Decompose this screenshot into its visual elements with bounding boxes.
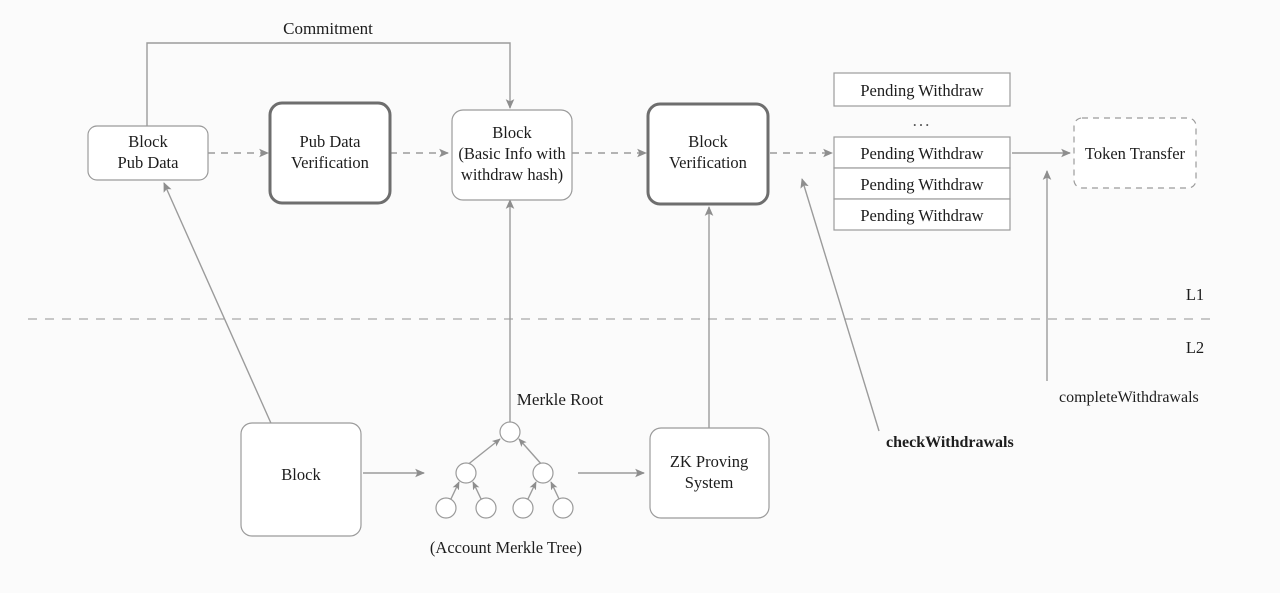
pending-withdraw-top-item[interactable]: Pending Withdraw xyxy=(833,72,1011,107)
merkle-node-leaf-4 xyxy=(552,497,574,519)
box-pub-data-verification[interactable]: Pub Data Verification xyxy=(268,101,392,205)
box-block-l2-label: Block xyxy=(281,465,321,484)
edge-merkle-leaf1-to-left-internal xyxy=(449,481,460,502)
rollup-flow-diagram: L1 L2 Commitment Block Pub Data Pub Data… xyxy=(28,19,1216,557)
box-block-basic-info-label-line2: (Basic Info with xyxy=(458,144,566,163)
box-token-transfer[interactable]: Token Transfer xyxy=(1073,117,1197,189)
edge-merkle-left-internal-to-root xyxy=(465,438,501,467)
merkle-node-internal-left xyxy=(455,462,477,484)
pending-withdraw-stack-item-1[interactable]: Pending Withdraw xyxy=(833,136,1011,169)
merkle-tree-group: Merkle Root (Account Merkle Tree) xyxy=(363,390,645,557)
box-zk-proving-system[interactable]: ZK Proving System xyxy=(649,427,770,519)
box-block-verification-label-line2: Verification xyxy=(669,153,747,172)
pending-withdraw-stack-item-3[interactable]: Pending Withdraw xyxy=(833,198,1011,231)
box-block-basic-info-label-line1: Block xyxy=(492,123,532,142)
edge-block-to-blockpubdata xyxy=(163,182,275,431)
pending-withdraw-stack-label-2: Pending Withdraw xyxy=(860,175,983,194)
edge-merkle-leaf3-to-right-internal xyxy=(526,481,537,502)
pending-withdraw-stack-label-3: Pending Withdraw xyxy=(860,206,983,225)
merkle-node-root xyxy=(499,421,521,443)
complete-withdrawals-label: completeWithdrawals xyxy=(1059,389,1199,406)
pending-withdraw-stack: Pending Withdraw Pending Withdraw Pendin… xyxy=(833,136,1011,231)
pending-withdraw-stack-label-1: Pending Withdraw xyxy=(860,144,983,163)
account-merkle-tree-caption: (Account Merkle Tree) xyxy=(430,538,582,557)
edge-merkle-right-internal-to-root xyxy=(518,438,544,467)
layer-label-l2: L2 xyxy=(1186,338,1204,357)
edge-merkle-leaf2-to-left-internal xyxy=(472,481,483,502)
box-block-basic-info-label-line3: withdraw hash) xyxy=(461,165,563,184)
box-block-basic-info[interactable]: Block (Basic Info with withdraw hash) xyxy=(451,109,573,201)
commitment-edge-label: Commitment xyxy=(283,19,373,38)
diagram-canvas: L1 L2 Commitment Block Pub Data Pub Data… xyxy=(0,0,1280,593)
box-pub-data-verification-label-line2: Verification xyxy=(291,153,369,172)
box-pub-data-verification-label-line1: Pub Data xyxy=(300,132,362,151)
edge-merkle-leaf4-to-right-internal xyxy=(550,481,561,502)
layer-label-l1: L1 xyxy=(1186,285,1204,304)
box-block-pub-data-label-line1: Block xyxy=(128,132,168,151)
box-block-pub-data-label-line2: Pub Data xyxy=(118,153,180,172)
check-withdrawals-label: checkWithdrawals xyxy=(886,434,1014,451)
merkle-root-label: Merkle Root xyxy=(517,390,604,409)
box-block-verification-label-line1: Block xyxy=(688,132,728,151)
merkle-node-leaf-2 xyxy=(475,497,497,519)
pending-withdraw-stack-item-2[interactable]: Pending Withdraw xyxy=(833,167,1011,200)
box-block-pub-data[interactable]: Block Pub Data xyxy=(87,125,209,181)
layer-divider-group: L1 L2 xyxy=(28,285,1216,357)
box-zk-proving-system-label-line1: ZK Proving xyxy=(670,452,748,471)
box-block-verification[interactable]: Block Verification xyxy=(646,102,770,206)
box-block-l2[interactable]: Block xyxy=(240,422,362,537)
box-zk-proving-system-label-line2: System xyxy=(685,473,734,492)
pending-withdraw-ellipsis: ... xyxy=(913,111,932,130)
box-token-transfer-label: Token Transfer xyxy=(1085,144,1186,163)
merkle-node-internal-right xyxy=(532,462,554,484)
pending-withdraw-top-label: Pending Withdraw xyxy=(860,81,983,100)
merkle-node-leaf-1 xyxy=(435,497,457,519)
merkle-node-leaf-3 xyxy=(512,497,534,519)
pending-withdraw-group: Pending Withdraw ... Pending Withdraw Pe… xyxy=(833,72,1011,231)
